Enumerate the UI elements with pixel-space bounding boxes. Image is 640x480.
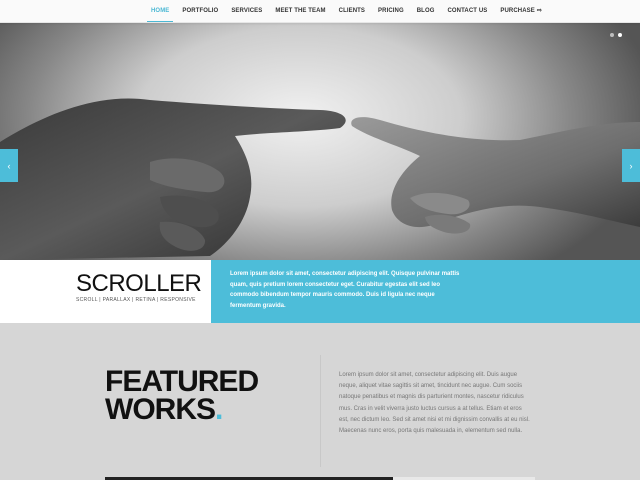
brand-strip: SCROLLER SCROLL | PARALLAX | RETINA | RE… bbox=[0, 260, 640, 323]
nav-item-home[interactable]: HOME bbox=[146, 0, 174, 22]
slider-next-button[interactable]: › bbox=[622, 149, 640, 182]
hands-touching-photo bbox=[0, 98, 640, 260]
chevron-left-icon: ‹ bbox=[7, 160, 11, 171]
top-navigation: HOME PORTFOLIO SERVICES MEET THE TEAM CL… bbox=[0, 0, 640, 23]
slider-dots bbox=[610, 33, 622, 37]
nav-item-purchase[interactable]: PURCHASE ⇨ bbox=[500, 0, 542, 22]
nav-item-purchase-label: PURCHASE bbox=[500, 8, 535, 14]
site-logo[interactable]: SCROLLER bbox=[76, 272, 202, 296]
nav-item-portfolio[interactable]: PORTFOLIO bbox=[182, 0, 218, 22]
nav-item-services[interactable]: SERVICES bbox=[231, 0, 262, 22]
featured-works-section: FEATURED WORKS. Lorem ipsum dolor sit am… bbox=[0, 323, 640, 480]
nav-item-pricing[interactable]: PRICING bbox=[378, 0, 404, 22]
nav-item-clients[interactable]: CLIENTS bbox=[339, 0, 365, 22]
logo-tagline: SCROLL | PARALLAX | RETINA | RESPONSIVE bbox=[76, 297, 196, 303]
external-arrow-icon: ⇨ bbox=[536, 8, 542, 14]
nav-menu: HOME PORTFOLIO SERVICES MEET THE TEAM CL… bbox=[146, 0, 555, 22]
nav-item-contact-us[interactable]: CONTACT US bbox=[447, 0, 487, 22]
nav-item-meet-the-team[interactable]: MEET THE TEAM bbox=[275, 0, 325, 22]
intro-text: Lorem ipsum dolor sit amet, consectetur … bbox=[230, 271, 460, 309]
featured-title-line2: WORKS bbox=[105, 393, 216, 426]
nav-item-blog[interactable]: BLOG bbox=[417, 0, 435, 22]
featured-title: FEATURED WORKS. bbox=[105, 367, 259, 426]
logo-panel: SCROLLER SCROLL | PARALLAX | RETINA | RE… bbox=[0, 260, 211, 323]
featured-title-dot: . bbox=[215, 393, 223, 426]
chevron-right-icon: › bbox=[629, 160, 633, 171]
hero-slider: ‹ › bbox=[0, 22, 640, 260]
featured-description: Lorem ipsum dolor sit amet, consectetur … bbox=[339, 372, 530, 435]
slider-dot-active[interactable] bbox=[618, 33, 622, 37]
section-divider bbox=[320, 355, 321, 467]
slider-dot[interactable] bbox=[610, 33, 614, 37]
intro-panel: Lorem ipsum dolor sit amet, consectetur … bbox=[211, 260, 640, 323]
slider-prev-button[interactable]: ‹ bbox=[0, 149, 18, 182]
